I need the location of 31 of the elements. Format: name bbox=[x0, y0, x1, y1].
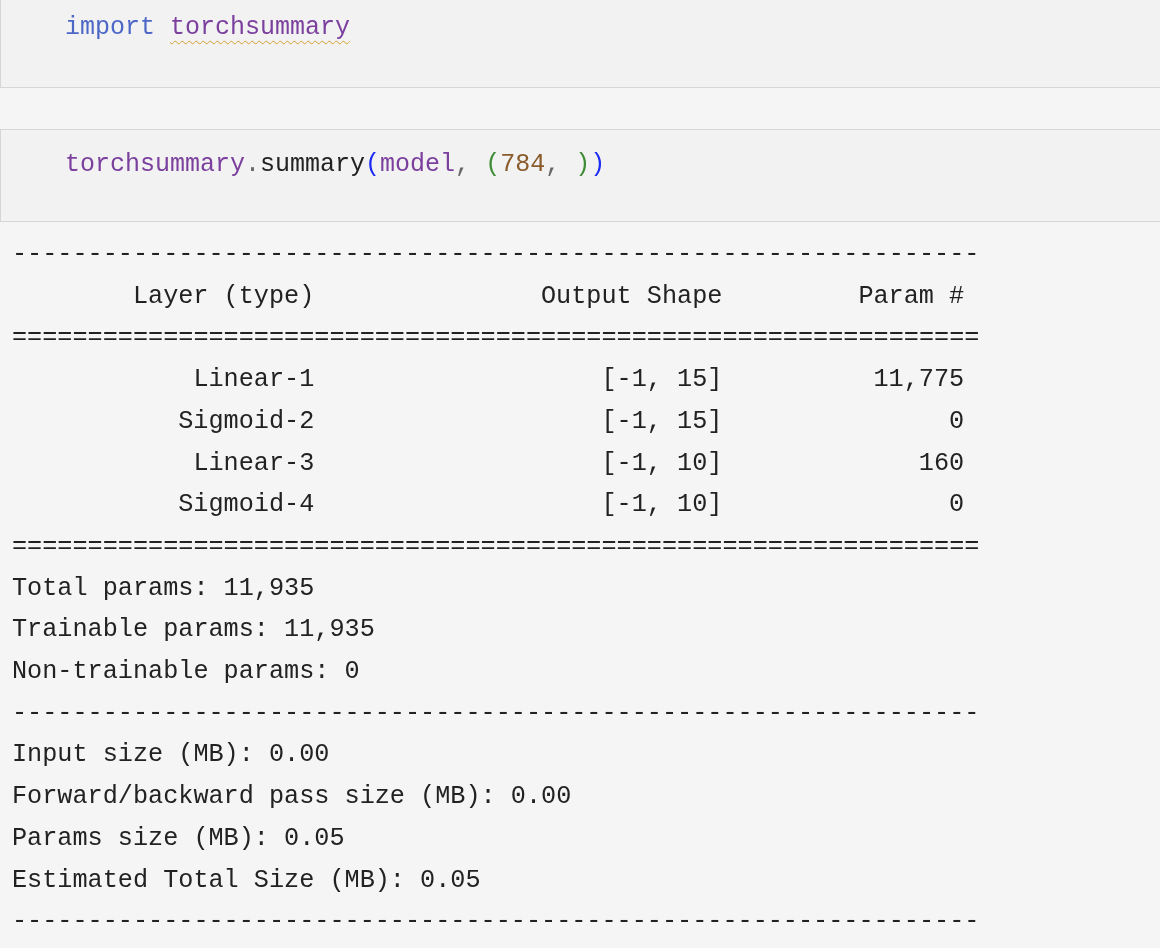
table-cell-text: [-1, 15] bbox=[600, 364, 723, 397]
table-cell-text: 160 bbox=[917, 447, 965, 480]
summary-line: Total params: 11,935 bbox=[12, 572, 315, 605]
table-cell-text: Linear-3 bbox=[192, 447, 315, 480]
table-cell-text: 0 bbox=[948, 405, 965, 438]
table-cell-text: 11,775 bbox=[872, 364, 965, 397]
summary-line: Forward/backward pass size (MB): 0.00 bbox=[12, 781, 572, 814]
separator-line: ================================================================ bbox=[12, 530, 980, 563]
summary-line: Non-trainable params: 0 bbox=[12, 656, 360, 689]
separator-line: ---------------------------------------------------------------- bbox=[12, 697, 980, 730]
table-cell-text: Sigmoid-4 bbox=[177, 489, 315, 522]
table-cell-text: Linear-1 bbox=[192, 364, 315, 397]
separator-line: ---------------------------------------------------------------- bbox=[12, 239, 980, 271]
summary-line: Trainable params: 11,935 bbox=[12, 614, 375, 647]
table-cell-text: [-1, 10] bbox=[600, 447, 723, 480]
separator-line: ================================================================ bbox=[12, 322, 980, 355]
summary-line: Input size (MB): 0.00 bbox=[12, 739, 330, 772]
table-cell-text: Sigmoid-2 bbox=[177, 405, 315, 438]
code-line: import torchsummary bbox=[65, 12, 351, 44]
table-cell-text: [-1, 10] bbox=[600, 489, 723, 522]
summary-line: Estimated Total Size (MB): 0.05 bbox=[12, 864, 481, 897]
table-cell-text: 0 bbox=[948, 489, 965, 522]
summary-line: Params size (MB): 0.05 bbox=[12, 822, 345, 855]
code-cell[interactable]: import torchsummary bbox=[0, 0, 1160, 88]
code-line: torchsummary.summary(model, (784, )) bbox=[65, 149, 606, 181]
column-header: Layer (type) bbox=[131, 280, 315, 313]
separator-line: ---------------------------------------------------------------- bbox=[12, 906, 980, 939]
code-cell[interactable]: torchsummary.summary(model, (784, )) bbox=[0, 129, 1160, 222]
table-cell-text: [-1, 15] bbox=[600, 405, 723, 438]
column-header: Param # bbox=[857, 280, 965, 313]
column-header: Output Shape bbox=[540, 280, 723, 313]
